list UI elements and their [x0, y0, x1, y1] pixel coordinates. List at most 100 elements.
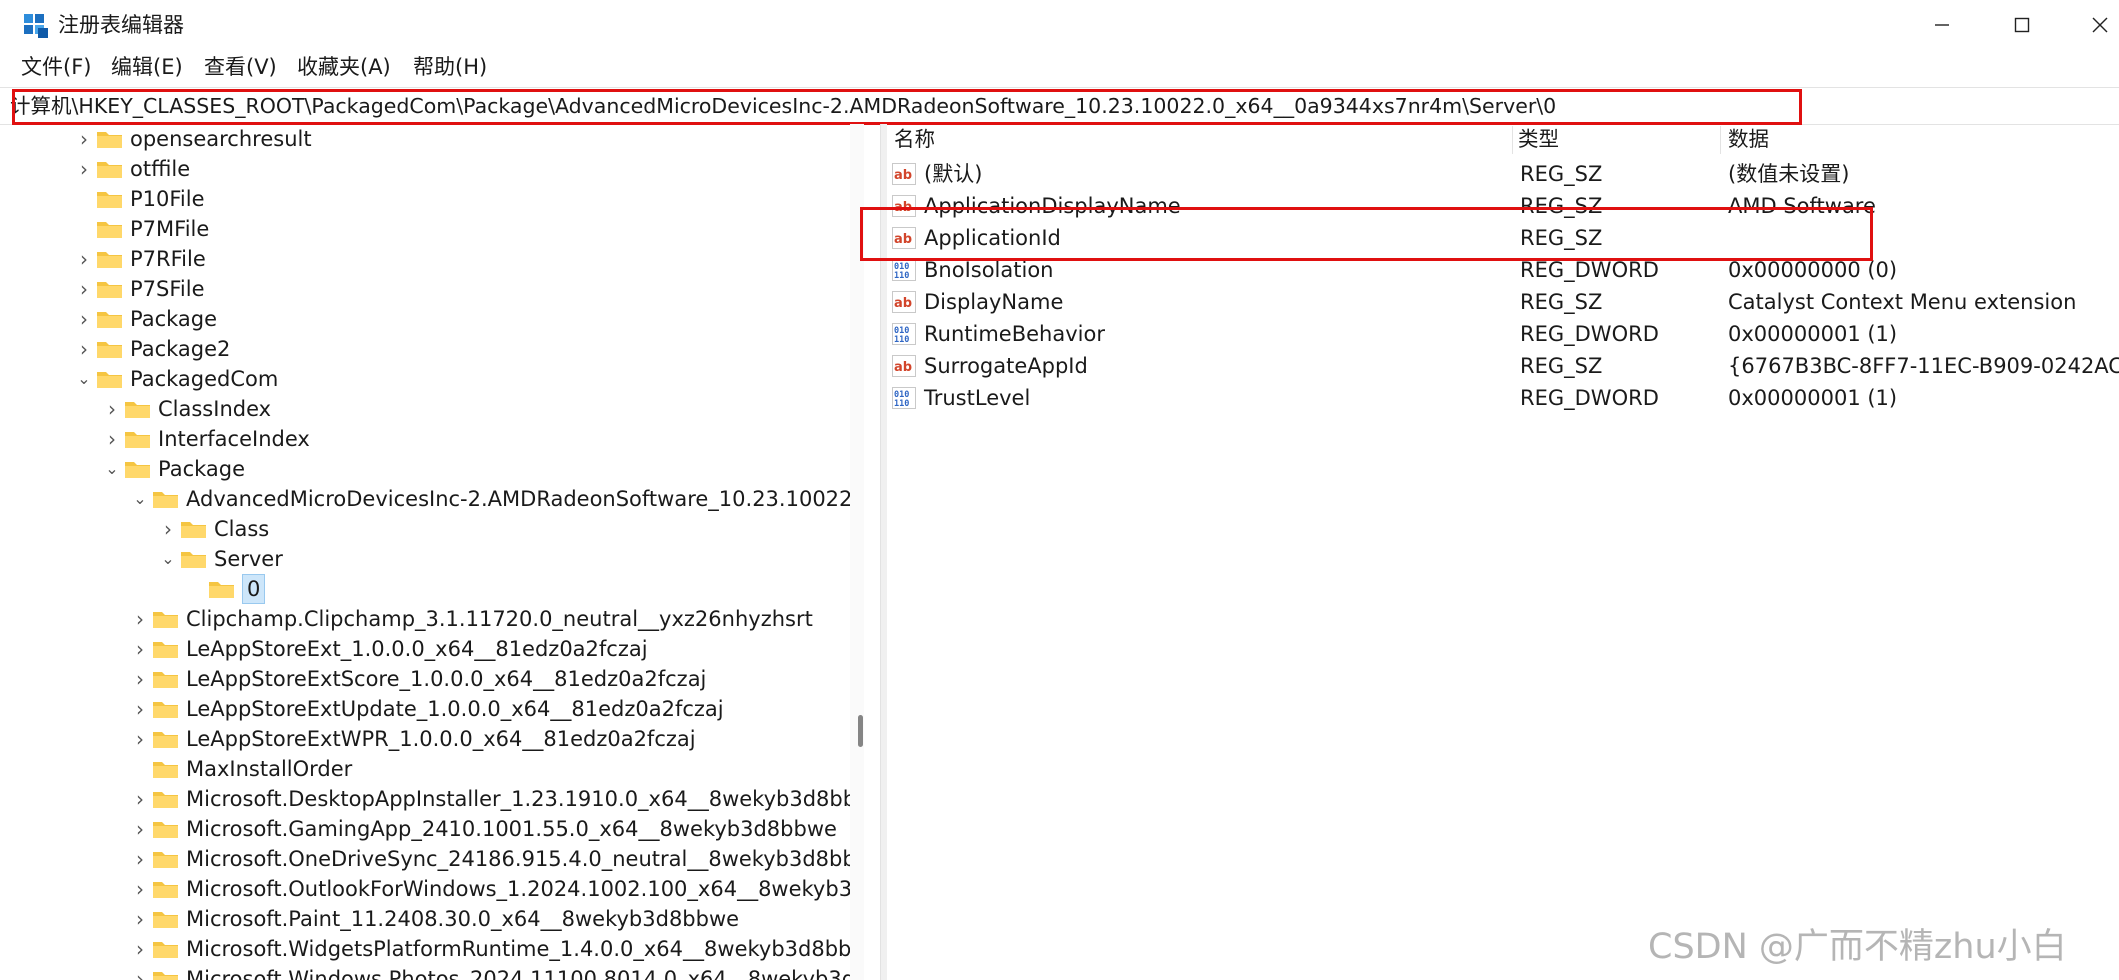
value-row[interactable]: ab DisplayName REG_SZ Catalyst Context Menu…: [888, 286, 2119, 318]
value-data: 0x00000001 (1): [1728, 386, 1898, 410]
tree-node[interactable]: › Package: [0, 304, 850, 334]
folder-icon: [97, 132, 122, 148]
tree-node[interactable]: › InterfaceIndex: [0, 424, 850, 454]
value-type: REG_SZ: [1520, 354, 1603, 378]
value-row[interactable]: 010 110 RuntimeBehavior REG_DWORD 0x00000001…: [888, 318, 2119, 350]
tree-node[interactable]: 0: [0, 574, 850, 604]
close-button[interactable]: [2058, 0, 2119, 50]
chevron-right-icon[interactable]: ›: [132, 729, 148, 749]
folder-icon: [153, 492, 178, 508]
chevron-right-icon[interactable]: ›: [76, 339, 92, 359]
tree-node[interactable]: › P7SFile: [0, 274, 850, 304]
maximize-icon: [2014, 17, 2030, 33]
menu-edit[interactable]: 编辑(E): [108, 53, 186, 81]
tree-node[interactable]: › opensearchresult: [0, 124, 850, 154]
tree-node[interactable]: P10File: [0, 184, 850, 214]
chevron-right-icon[interactable]: ›: [132, 819, 148, 839]
menu-help[interactable]: 帮助(H): [410, 53, 490, 81]
minimize-button[interactable]: [1900, 0, 1984, 50]
chevron-right-icon[interactable]: ›: [76, 159, 92, 179]
column-divider[interactable]: [1512, 126, 1513, 154]
folder-icon: [97, 312, 122, 328]
tree-node[interactable]: › Clipchamp.Clipchamp_3.1.11720.0_neutral…: [0, 604, 850, 634]
tree-node[interactable]: P7MFile: [0, 214, 850, 244]
chevron-down-icon[interactable]: ⌄: [160, 549, 176, 569]
tree-node[interactable]: › Package2: [0, 334, 850, 364]
maximize-button[interactable]: [1980, 0, 2064, 50]
tree-node[interactable]: › Class: [0, 514, 850, 544]
tree-node[interactable]: › Microsoft.WidgetsPlatformRuntime_1.4.0.…: [0, 934, 850, 964]
address-highlight-box: [12, 89, 1802, 125]
chevron-right-icon[interactable]: ›: [132, 669, 148, 689]
folder-icon: [97, 222, 122, 238]
folder-icon: [97, 282, 122, 298]
menu-view[interactable]: 查看(V): [201, 53, 280, 81]
tree-node[interactable]: ⌄ AdvancedMicroDevicesInc-2.AMDRadeonSoft…: [0, 484, 850, 514]
tree-node[interactable]: › Microsoft.OneDriveSync_24186.915.4.0_ne…: [0, 844, 850, 874]
tree-node[interactable]: › Microsoft.Windows.Photos_2024.11100.801…: [0, 964, 850, 980]
chevron-down-icon[interactable]: ⌄: [132, 489, 148, 509]
value-type: REG_DWORD: [1520, 386, 1659, 410]
column-divider[interactable]: [1720, 126, 1721, 154]
chevron-right-icon[interactable]: ›: [132, 789, 148, 809]
tree-node[interactable]: › ClassIndex: [0, 394, 850, 424]
folder-icon: [153, 882, 178, 898]
svg-text:110: 110: [894, 335, 909, 345]
chevron-right-icon[interactable]: ›: [132, 849, 148, 869]
value-name: SurrogateAppId: [924, 354, 1088, 378]
tree-node-label: 0: [242, 574, 266, 604]
chevron-right-icon[interactable]: ›: [76, 249, 92, 269]
menu-file[interactable]: 文件(F): [18, 53, 94, 81]
tree-node[interactable]: › P7RFile: [0, 244, 850, 274]
tree-node[interactable]: › LeAppStoreExt_1.0.0.0_x64__81edz0a2fcza…: [0, 634, 850, 664]
title-bar: 注册表编辑器: [0, 0, 2119, 50]
chevron-right-icon[interactable]: ›: [76, 129, 92, 149]
tree-node[interactable]: MaxInstallOrder: [0, 754, 850, 784]
column-header-data[interactable]: 数据: [1728, 124, 1769, 154]
chevron-right-icon[interactable]: ›: [132, 909, 148, 929]
chevron-down-icon[interactable]: ⌄: [104, 459, 120, 479]
tree-node-label: Server: [214, 547, 283, 571]
tree-scrollbar-thumb[interactable]: [858, 715, 863, 747]
chevron-right-icon[interactable]: ›: [132, 969, 148, 980]
string-value-icon: ab: [892, 163, 916, 185]
tree-node[interactable]: › Microsoft.GamingApp_2410.1001.55.0_x64_…: [0, 814, 850, 844]
registry-editor-icon: [24, 14, 48, 38]
chevron-right-icon[interactable]: ›: [160, 519, 176, 539]
tree-node[interactable]: › Microsoft.Paint_11.2408.30.0_x64__8weky…: [0, 904, 850, 934]
tree-node[interactable]: ⌄ Package: [0, 454, 850, 484]
tree-node[interactable]: ⌄ PackagedCom: [0, 364, 850, 394]
chevron-right-icon[interactable]: ›: [132, 639, 148, 659]
folder-icon: [97, 192, 122, 208]
value-row[interactable]: ab (默认) REG_SZ (数值未设置): [888, 158, 2119, 190]
chevron-down-icon[interactable]: ⌄: [76, 369, 92, 389]
value-row[interactable]: ab SurrogateAppId REG_SZ {6767B3BC-8FF7-11E…: [888, 350, 2119, 382]
svg-text:ab: ab: [894, 168, 912, 183]
folder-icon: [153, 792, 178, 808]
tree-node[interactable]: ⌄ Server: [0, 544, 850, 574]
menu-favorites[interactable]: 收藏夹(A): [294, 53, 394, 81]
column-header-name[interactable]: 名称: [894, 124, 935, 154]
column-header-type[interactable]: 类型: [1518, 124, 1559, 154]
folder-icon: [153, 732, 178, 748]
tree-node[interactable]: › LeAppStoreExtWPR_1.0.0.0_x64__81edz0a2f…: [0, 724, 850, 754]
chevron-right-icon[interactable]: ›: [104, 399, 120, 419]
tree-node[interactable]: › Microsoft.DesktopAppInstaller_1.23.1910…: [0, 784, 850, 814]
tree-node[interactable]: › Microsoft.OutlookForWindows_1.2024.1002…: [0, 874, 850, 904]
tree-node[interactable]: › LeAppStoreExtScore_1.0.0.0_x64__81edz0a…: [0, 664, 850, 694]
tree-node[interactable]: › LeAppStoreExtUpdate_1.0.0.0_x64__81edz0…: [0, 694, 850, 724]
chevron-right-icon[interactable]: ›: [132, 939, 148, 959]
value-row[interactable]: 010 110 TrustLevel REG_DWORD 0x00000001 (1): [888, 382, 2119, 414]
tree-node-label: InterfaceIndex: [158, 427, 310, 451]
tree-node-label: Class: [214, 517, 270, 541]
chevron-right-icon[interactable]: ›: [76, 279, 92, 299]
chevron-right-icon[interactable]: ›: [132, 879, 148, 899]
tree-node-label: Microsoft.Paint_11.2408.30.0_x64__8wekyb…: [186, 907, 740, 931]
binary-value-icon: 010110: [892, 387, 916, 409]
tree-node-label: Package: [158, 457, 246, 481]
chevron-right-icon[interactable]: ›: [132, 609, 148, 629]
tree-node[interactable]: › otffile: [0, 154, 850, 184]
chevron-right-icon[interactable]: ›: [76, 309, 92, 329]
chevron-right-icon[interactable]: ›: [132, 699, 148, 719]
chevron-right-icon[interactable]: ›: [104, 429, 120, 449]
